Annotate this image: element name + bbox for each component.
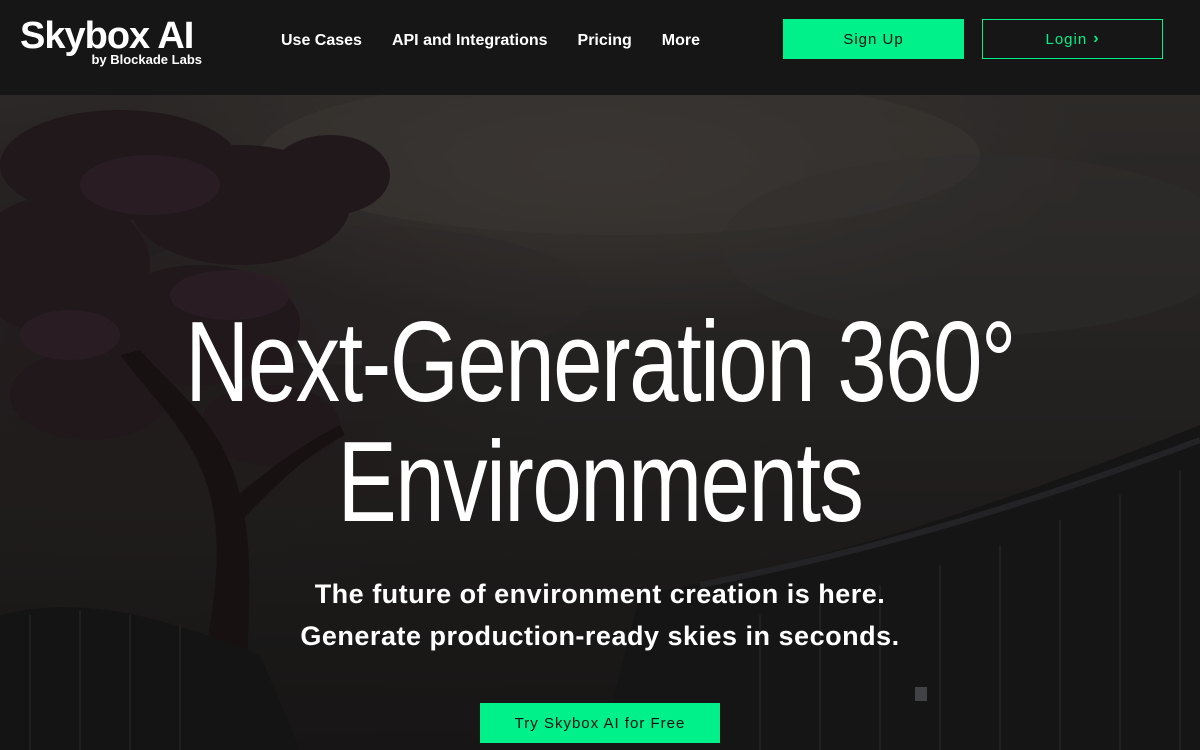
hero-subtitle: The future of environment creation is he… [0,573,1200,657]
nav-pricing[interactable]: Pricing [578,30,632,52]
try-free-button[interactable]: Try Skybox AI for Free [480,703,720,743]
skybox-logo[interactable]: Skybox AI by Blockade Labs [20,14,210,70]
login-button[interactable]: Login › [982,19,1163,59]
sign-up-label: Sign Up [843,30,904,48]
main-nav: Use Cases API and Integrations Pricing M… [281,30,700,52]
logo-subtitle: by Blockade Labs [91,52,202,67]
hero-title: Next-Generation 360° Environments [132,303,1068,543]
hero-title-line-2: Environments [337,419,864,546]
sign-up-button[interactable]: Sign Up [783,19,964,59]
chevron-right-icon: › [1093,30,1100,47]
hero-title-line-1: Next-Generation 360° [185,299,1016,426]
login-label: Login [1045,30,1088,48]
hero-subtitle-line-1: The future of environment creation is he… [314,579,886,609]
nav-use-cases[interactable]: Use Cases [281,30,362,52]
hero-section: Next-Generation 360° Environments The fu… [0,95,1200,750]
nav-more[interactable]: More [662,30,700,52]
top-navigation-bar: Skybox AI by Blockade Labs Use Cases API… [0,0,1200,95]
hero-subtitle-line-2: Generate production-ready skies in secon… [300,621,900,651]
nav-api-integrations[interactable]: API and Integrations [392,30,548,52]
try-free-label: Try Skybox AI for Free [514,714,686,732]
